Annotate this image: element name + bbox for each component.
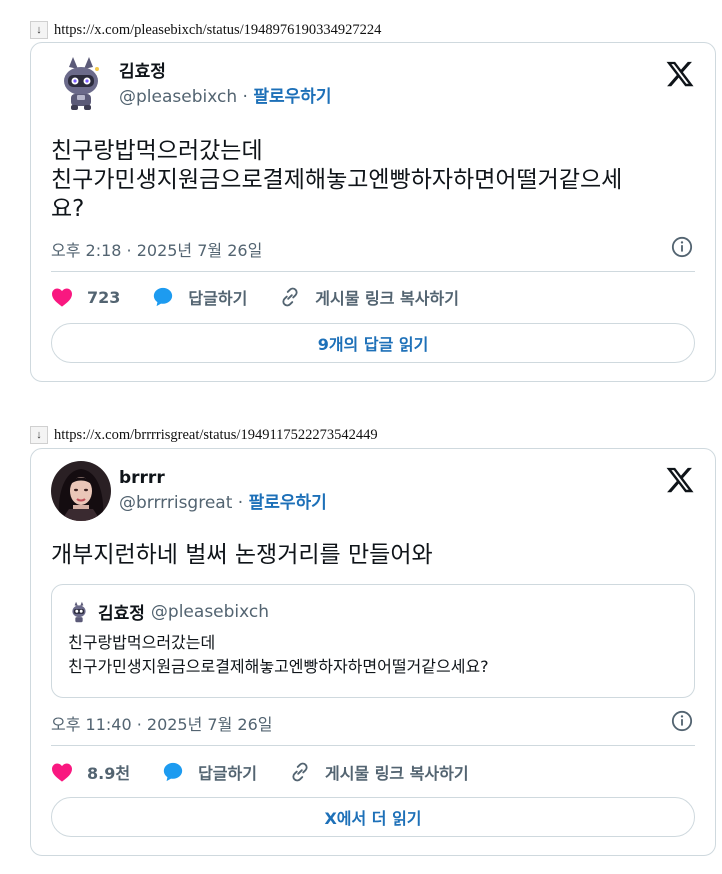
link-icon — [292, 762, 308, 782]
follow-button[interactable]: 팔로우하기 — [253, 87, 331, 107]
like-count: 8.9천 — [87, 764, 131, 783]
follow-button[interactable]: 팔로우하기 — [249, 493, 327, 513]
author-name[interactable]: brrrr — [119, 467, 327, 489]
reply-label: 답글하기 — [188, 289, 248, 308]
like-button[interactable]: 723 — [51, 287, 120, 307]
tweet-author: brrrr @brrrrisgreat · 팔로우하기 — [51, 461, 327, 521]
tweet-url[interactable]: https://x.com/brrrrisgreat/status/194911… — [54, 427, 378, 444]
tweet-card: 김효정 @pleasebixch · 팔로우하기 친구랑밥먹으러갔는데 친구가민… — [30, 42, 716, 382]
tweet-text: 개부지런하네 벌써 논쟁거리를 만들어와 — [51, 541, 695, 570]
reply-label: 답글하기 — [198, 764, 257, 783]
avatar[interactable] — [51, 461, 111, 521]
quoted-tweet-author: 김효정 @pleasebixch — [68, 599, 269, 624]
tweet-text-line: 친구가민생지원금으로결제해놓고엔빵하자하면어떨거같으세 — [51, 167, 623, 193]
link-icon — [282, 287, 298, 307]
divider — [51, 745, 695, 746]
divider — [51, 271, 695, 272]
author-handle[interactable]: @brrrrisgreat — [119, 493, 232, 513]
quoted-author-handle: @pleasebixch — [150, 601, 270, 622]
tweet-url-line: ↓ https://x.com/brrrrisgreat/status/1949… — [30, 425, 378, 445]
tweet-actions: 8.9천 답글하기 게시물 링크 복사하기 — [51, 760, 695, 784]
copy-link-button[interactable]: 게시물 링크 복사하기 — [289, 760, 469, 784]
like-count: 723 — [87, 287, 121, 307]
info-icon[interactable] — [671, 710, 693, 732]
tweet-text: 친구랑밥먹으러갔는데 친구가민생지원금으로결제해놓고엔빵하자하면어떨거같으세 요… — [51, 137, 695, 224]
tweet-text-line: 친구랑밥먹으러갔는데 — [51, 138, 263, 164]
quoted-text-line: 친구랑밥먹으러갔는데 — [68, 633, 216, 652]
copy-link-button[interactable]: 게시물 링크 복사하기 — [279, 285, 459, 309]
reply-button[interactable]: 답글하기 — [152, 285, 247, 309]
reply-button[interactable]: 답글하기 — [162, 760, 257, 784]
quoted-tweet-text: 친구랑밥먹으러갔는데 친구가민생지원금으로결제해놓고엔빵하자하면어떨거같으세요? — [68, 631, 489, 679]
tweet-actions: 723 답글하기 게시물 링크 복사하기 — [51, 285, 695, 309]
author-meta: @brrrrisgreat · 팔로우하기 — [119, 491, 327, 515]
author-meta: @pleasebixch · 팔로우하기 — [119, 85, 332, 109]
tweet-timestamp[interactable]: 오후 11:40 · 2025년 7월 26일 — [51, 711, 272, 735]
tweet-text-line: 요? — [51, 196, 85, 222]
tweet-url-line: ↓ https://x.com/pleasebixch/status/19489… — [30, 20, 381, 40]
download-arrow-icon[interactable]: ↓ — [30, 426, 48, 444]
tweet-url[interactable]: https://x.com/pleasebixch/status/1948976… — [54, 22, 381, 39]
avatar[interactable] — [51, 55, 111, 115]
tweet-timestamp[interactable]: 오후 2:18 · 2025년 7월 26일 — [51, 237, 262, 261]
tweet-card: brrrr @brrrrisgreat · 팔로우하기 개부지런하네 벌써 논쟁… — [30, 448, 716, 856]
author-name[interactable]: 김효정 — [119, 61, 332, 83]
quoted-text-line: 친구가민생지원금으로결제해놓고엔빵하자하면어떨거같으세요? — [68, 657, 489, 676]
heart-icon — [52, 288, 72, 307]
tweet-author: 김효정 @pleasebixch · 팔로우하기 — [51, 55, 332, 115]
quoted-avatar — [68, 600, 90, 623]
reply-bubble-icon — [163, 762, 183, 782]
download-arrow-icon[interactable]: ↓ — [30, 21, 48, 39]
author-handle[interactable]: @pleasebixch — [119, 87, 237, 107]
copy-link-label: 게시물 링크 복사하기 — [324, 764, 469, 783]
info-icon[interactable] — [671, 236, 693, 258]
tweet-text-line: 개부지런하네 벌써 논쟁거리를 만들어와 — [51, 542, 433, 568]
meta-separator: · — [237, 493, 244, 513]
like-button[interactable]: 8.9천 — [51, 760, 130, 784]
reply-bubble-icon — [154, 287, 173, 307]
x-logo-icon[interactable] — [665, 465, 695, 495]
read-replies-button[interactable]: 9개의 답글 읽기 — [51, 323, 695, 363]
x-logo-icon[interactable] — [665, 59, 695, 89]
heart-icon — [52, 763, 72, 782]
copy-link-label: 게시물 링크 복사하기 — [315, 289, 459, 308]
read-more-on-x-button[interactable]: X에서 더 읽기 — [51, 797, 695, 837]
quoted-tweet[interactable]: 김효정 @pleasebixch 친구랑밥먹으러갔는데 친구가민생지원금으로결제… — [51, 584, 695, 698]
quoted-author-name: 김효정 — [98, 604, 145, 624]
meta-separator: · — [242, 87, 248, 107]
